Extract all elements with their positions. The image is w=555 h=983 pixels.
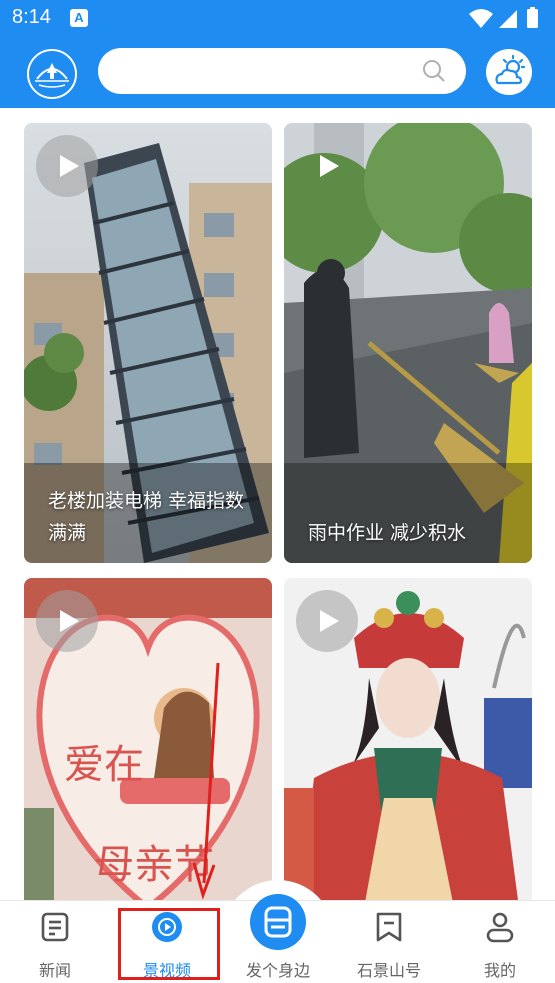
weather-icon [495, 54, 526, 85]
video-title: 老楼加装电梯 幸福指数满满 [48, 490, 245, 544]
weather-button[interactable] [486, 49, 532, 95]
bookmark-icon [376, 912, 402, 942]
profile-icon [486, 912, 514, 943]
nav-shijingshan[interactable]: 石景山号 [334, 901, 444, 983]
play-icon [60, 610, 79, 632]
video-title: 雨中作业 减少积水 [308, 522, 467, 544]
nav-label: 新闻 [38, 961, 71, 980]
search-input[interactable] [98, 48, 466, 94]
video-card[interactable]: 老楼加装电梯 幸福指数满满 [24, 123, 272, 563]
annotation-arrow [192, 663, 220, 900]
wifi-icon [469, 9, 493, 28]
nav-label: 石景山号 [356, 961, 421, 980]
city-logo-icon[interactable] [27, 49, 77, 99]
play-button[interactable] [296, 135, 358, 197]
play-icon [320, 155, 339, 177]
status-icons [467, 6, 547, 34]
svg-text:爱在: 爱在 [64, 742, 144, 788]
annotation-highlight [118, 908, 220, 980]
status-bar: 8:14 A [0, 0, 555, 36]
status-time: 8:14 [12, 6, 51, 28]
play-button[interactable] [296, 590, 358, 652]
play-button[interactable] [36, 590, 98, 652]
nav-label: 我的 [483, 961, 516, 980]
nav-profile[interactable]: 我的 [445, 901, 555, 983]
play-icon [320, 610, 339, 632]
search-icon[interactable] [422, 59, 446, 87]
news-icon [41, 912, 69, 942]
post-icon [264, 906, 292, 938]
signal-icon [499, 10, 517, 28]
video-card[interactable] [284, 578, 532, 900]
header [0, 36, 555, 108]
post-button[interactable] [250, 894, 306, 950]
play-icon [60, 155, 79, 177]
play-button[interactable] [36, 135, 98, 197]
video-card[interactable]: 爱在 母亲节 [24, 578, 272, 900]
battery-icon [527, 9, 538, 28]
video-feed: 老楼加装电梯 幸福指数满满 雨中作业 减少积水 爱在 母亲节 [0, 108, 555, 900]
nav-label: 发个身边 [245, 961, 310, 980]
nav-news[interactable]: 新闻 [0, 901, 110, 983]
video-card[interactable]: 雨中作业 减少积水 [284, 123, 532, 563]
notification-a-icon: A [70, 9, 88, 27]
